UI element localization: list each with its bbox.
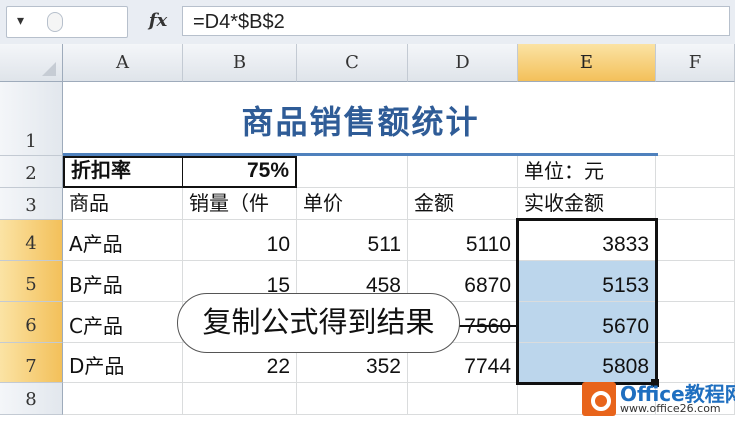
insert-function-button[interactable]: fx xyxy=(140,6,176,36)
chevron-down-icon[interactable]: ▾ xyxy=(17,13,24,29)
formula-bar: ▾ fx =D4*$B$2 xyxy=(0,0,735,45)
strikethrough-mark xyxy=(458,325,516,327)
formula-input[interactable]: =D4*$B$2 xyxy=(182,6,730,36)
cell-f3[interactable] xyxy=(656,188,735,220)
cell-c8[interactable] xyxy=(297,383,408,415)
row-header-1[interactable]: 1 xyxy=(0,82,63,156)
cell-f5[interactable] xyxy=(656,261,735,302)
cell-d4[interactable]: 5110 xyxy=(408,220,518,261)
row-header-6[interactable]: 6 xyxy=(0,302,63,343)
cell-c2[interactable] xyxy=(297,156,408,188)
office-logo-icon xyxy=(582,382,616,416)
cell-f1[interactable] xyxy=(656,82,735,156)
column-header-e[interactable]: E xyxy=(518,44,656,82)
sheet-title[interactable]: 商品销售额统计 xyxy=(63,82,658,156)
cell-a5[interactable]: B产品 xyxy=(63,261,183,302)
cell-e7[interactable]: 5808 xyxy=(518,343,656,383)
header-product[interactable]: 商品 xyxy=(63,188,183,220)
cell-b4[interactable]: 10 xyxy=(183,220,297,261)
column-header-f[interactable]: F xyxy=(656,44,735,82)
cell-f4[interactable] xyxy=(656,220,735,261)
cell-e6[interactable]: 5670 xyxy=(518,302,656,343)
select-all-button[interactable] xyxy=(0,44,63,82)
cell-c4[interactable]: 511 xyxy=(297,220,408,261)
cell-a6[interactable]: C产品 xyxy=(63,302,183,343)
cell-b8[interactable] xyxy=(183,383,297,415)
discount-label-cell[interactable]: 折扣率 xyxy=(63,156,183,188)
site-logo: Office教程网 www.office26.com xyxy=(582,378,735,424)
cell-e4[interactable]: 3833 xyxy=(518,220,656,261)
cell-e5[interactable]: 5153 xyxy=(518,261,656,302)
discount-value-cell[interactable]: 75% xyxy=(183,156,297,188)
column-header-b[interactable]: B xyxy=(183,44,297,82)
unit-label-cell[interactable]: 单位：元 xyxy=(518,156,656,188)
cell-a4[interactable]: A产品 xyxy=(63,220,183,261)
cell-f7[interactable] xyxy=(656,343,735,383)
cell-f2[interactable] xyxy=(656,156,735,188)
cell-d2[interactable] xyxy=(408,156,518,188)
row-header-8[interactable]: 8 xyxy=(0,383,63,415)
row-header-2[interactable]: 2 xyxy=(0,156,63,188)
header-amount[interactable]: 金额 xyxy=(408,188,518,220)
row-header-7[interactable]: 7 xyxy=(0,343,63,383)
row-header-3[interactable]: 3 xyxy=(0,188,63,220)
name-box[interactable]: ▾ xyxy=(6,6,128,38)
header-received-amount[interactable]: 实收金额 xyxy=(518,188,656,220)
row-header-5[interactable]: 5 xyxy=(0,261,63,302)
column-header-c[interactable]: C xyxy=(297,44,408,82)
cell-a7[interactable]: D产品 xyxy=(63,343,183,383)
row-header-4[interactable]: 4 xyxy=(0,220,63,261)
header-quantity[interactable]: 销量（件 xyxy=(183,188,297,220)
column-header-d[interactable]: D xyxy=(408,44,518,82)
cell-a8[interactable] xyxy=(63,383,183,415)
splitter-handle[interactable] xyxy=(47,12,63,32)
header-unit-price[interactable]: 单价 xyxy=(297,188,408,220)
cell-f6[interactable] xyxy=(656,302,735,343)
callout-bubble: 复制公式得到结果 xyxy=(177,293,460,353)
cell-d8[interactable] xyxy=(408,383,518,415)
logo-url: www.office26.com xyxy=(620,402,721,415)
column-header-a[interactable]: A xyxy=(63,44,183,82)
